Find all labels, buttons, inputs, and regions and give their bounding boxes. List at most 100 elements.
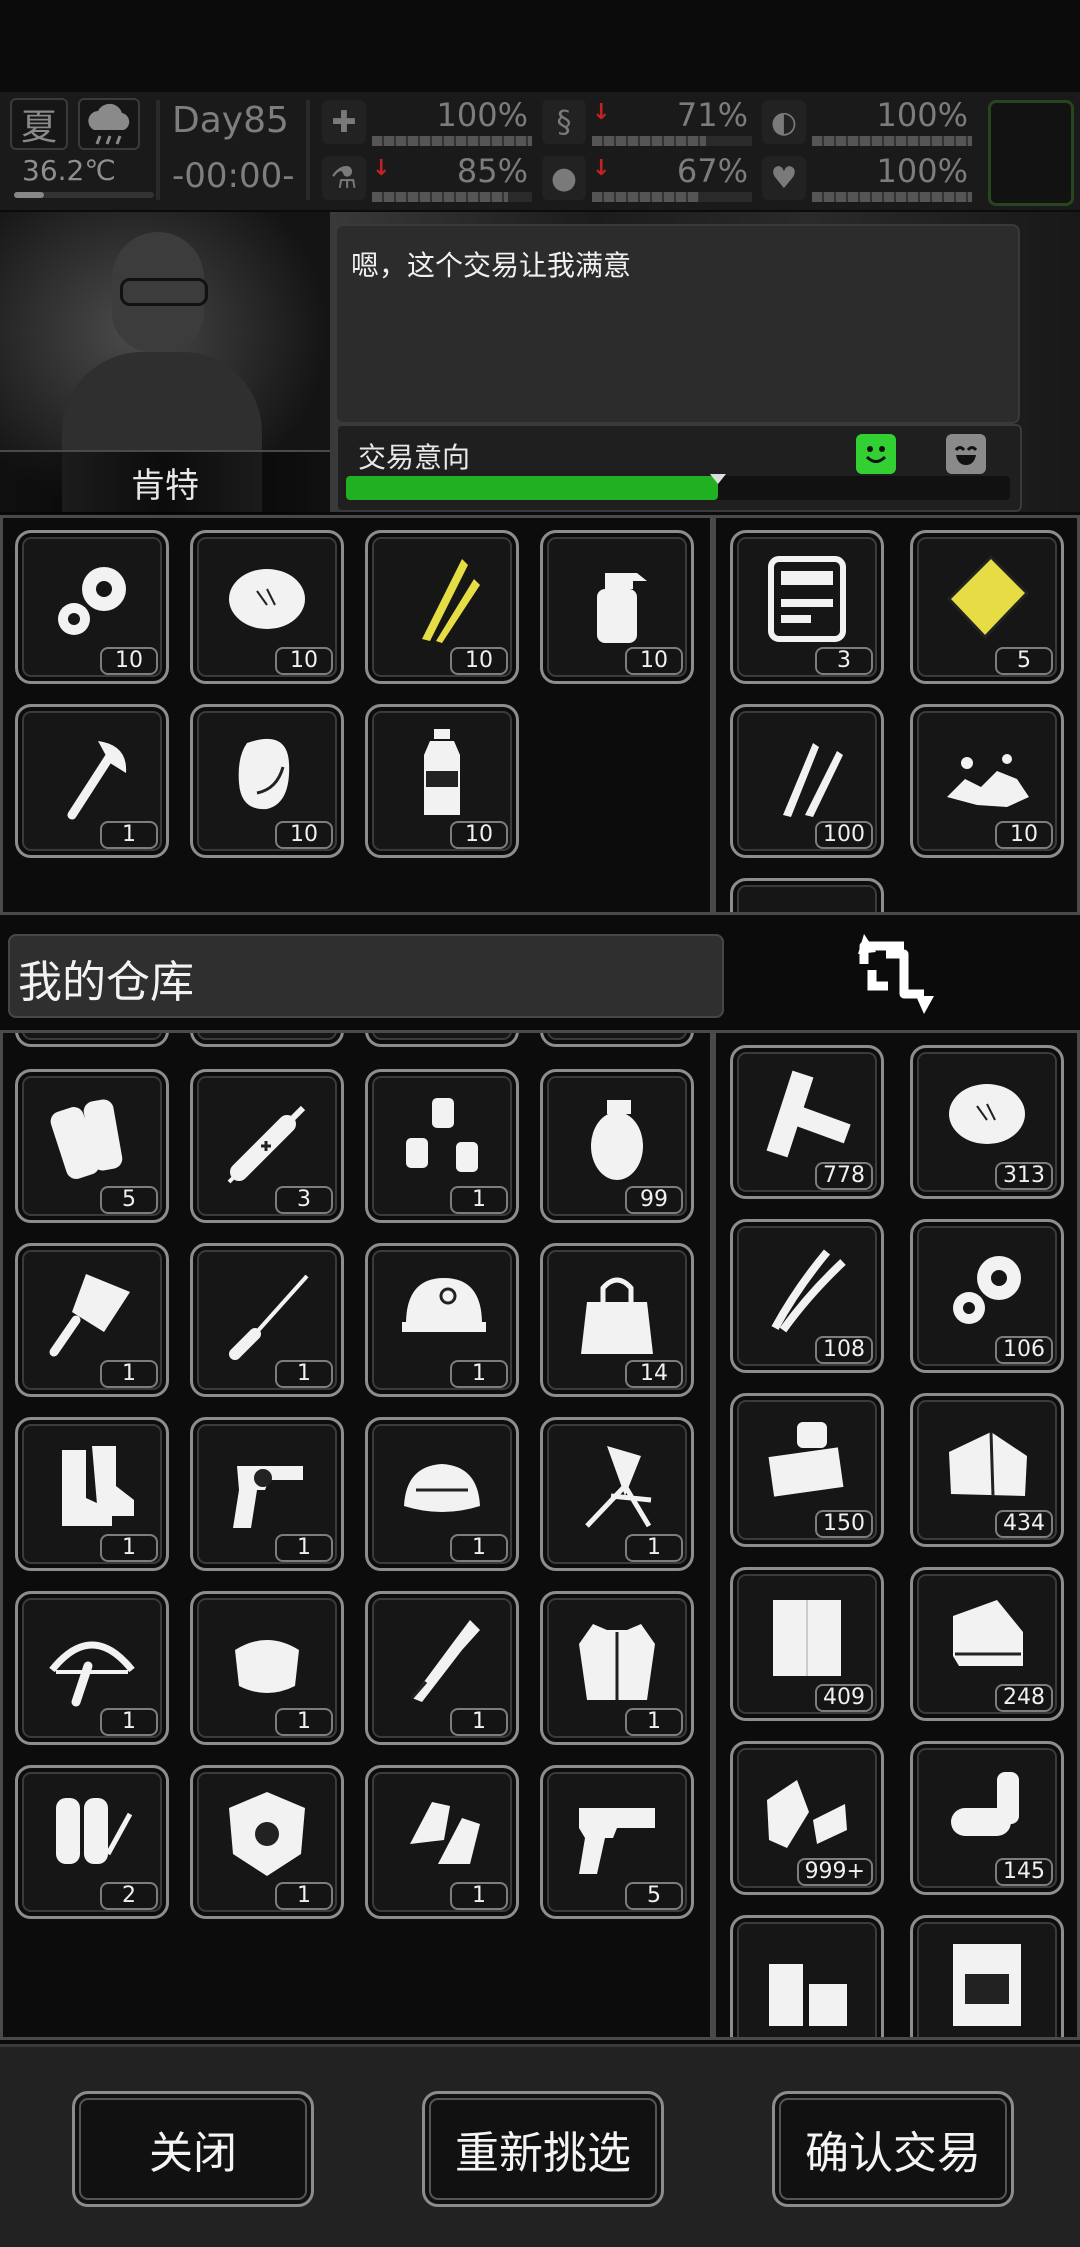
pistol-icon	[565, 1782, 669, 1886]
stat-value: 100%	[436, 96, 528, 134]
swap-icon[interactable]	[846, 924, 942, 1020]
item-count: 150	[815, 1510, 873, 1538]
item-count: 1	[275, 1360, 333, 1388]
npc-dialog: 嗯，这个交易让我满意	[335, 224, 1020, 424]
item-count: 1	[625, 1708, 683, 1736]
cleaver-icon	[40, 1260, 144, 1364]
battery-box-icon	[935, 1932, 1039, 2036]
item-count: 10	[100, 647, 158, 675]
item-slot[interactable]: 3	[190, 1069, 344, 1223]
item-slot[interactable]: 10	[365, 704, 519, 858]
syringe-icon	[215, 1086, 319, 1190]
arrow-down-icon: ↓	[592, 100, 611, 125]
pipes-icon	[935, 1758, 1039, 1862]
item-count: 145	[995, 1858, 1053, 1886]
item-slot[interactable]: 150	[730, 1393, 884, 1547]
stat-value: 71%	[676, 96, 748, 134]
close-button[interactable]: 关闭	[72, 2091, 314, 2207]
item-count: 1	[275, 1534, 333, 1562]
my-offer-panel[interactable]: 5 3 1 99 1 1 1 14 1 1 1 1 1 1 1 1 2 1 1 5	[0, 1030, 713, 2040]
item-slot[interactable]: 1	[15, 1591, 169, 1745]
item-slot[interactable]	[15, 1033, 169, 1047]
gloves-icon	[390, 1782, 494, 1886]
item-slot[interactable]	[730, 1915, 884, 2037]
item-slot[interactable]: 5	[15, 1069, 169, 1223]
item-slot[interactable]: 100	[730, 704, 884, 858]
item-slot[interactable]: 3	[730, 530, 884, 684]
item-slot[interactable]: 1	[365, 1243, 519, 1397]
item-slot[interactable]: 1	[190, 1417, 344, 1571]
npc-glasses	[120, 278, 208, 306]
stat-value: 100%	[876, 152, 968, 190]
item-slot[interactable]: 1	[15, 1417, 169, 1571]
stat-bar	[372, 136, 532, 146]
item-slot[interactable]	[365, 1033, 519, 1047]
day-counter: Day85	[172, 100, 289, 141]
divider	[156, 100, 160, 200]
trade-intent-bar	[346, 474, 1010, 500]
equipped-slot[interactable]	[988, 100, 1074, 206]
my-stock-panel[interactable]: 778 313 108 106 150 434 409 248 999+ 145	[713, 1030, 1080, 2040]
item-slot[interactable]: 434	[910, 1393, 1064, 1547]
pill-bottles-icon	[390, 1086, 494, 1190]
item-slot[interactable]: 2	[15, 1765, 169, 1919]
item-slot[interactable]: 99	[540, 1069, 694, 1223]
item-slot[interactable]: 106	[910, 1219, 1064, 1373]
item-slot[interactable]: 999+	[730, 1741, 884, 1895]
item-slot[interactable]: 10	[190, 704, 344, 858]
item-count: 10	[275, 647, 333, 675]
item-slot[interactable]: 1	[365, 1765, 519, 1919]
item-slot[interactable]: 10	[15, 530, 169, 684]
item-count: 10	[625, 647, 683, 675]
confirm-trade-button[interactable]: 确认交易	[772, 2091, 1014, 2207]
stat-heart: ♥ 100%	[762, 152, 976, 206]
item-slot[interactable]: 313	[910, 1045, 1064, 1199]
item-slot[interactable]: 1	[15, 704, 169, 858]
item-slot[interactable]: 14	[540, 1243, 694, 1397]
item-slot[interactable]: 5	[540, 1765, 694, 1919]
npc-area: 肯特 嗯，这个交易让我满意 交易意向	[0, 212, 1080, 514]
reselect-button[interactable]: 重新挑选	[422, 2091, 664, 2207]
trade-intent-marker	[709, 474, 726, 484]
item-slot[interactable]: 10	[540, 530, 694, 684]
screwdriver-icon	[215, 1260, 319, 1364]
fur-vest-icon	[565, 1608, 669, 1712]
item-slot[interactable]	[190, 1033, 344, 1047]
item-slot[interactable]: 10	[190, 530, 344, 684]
item-slot[interactable]	[540, 1033, 694, 1047]
item-count: 1	[100, 1534, 158, 1562]
item-count: 1	[450, 1882, 508, 1910]
stat-water-drop: ● ↓ 67%	[542, 152, 756, 206]
item-slot[interactable]: 1	[190, 1765, 344, 1919]
grenade-icon	[565, 1086, 669, 1190]
item-slot[interactable]: 10	[365, 530, 519, 684]
item-slot[interactable]	[730, 878, 884, 912]
item-slot[interactable]: 778	[730, 1045, 884, 1199]
towel-icon	[935, 1584, 1039, 1688]
item-slot[interactable]: 1	[365, 1069, 519, 1223]
item-count: 1	[450, 1186, 508, 1214]
item-slot[interactable]: 1	[190, 1243, 344, 1397]
item-slot[interactable]: 248	[910, 1567, 1064, 1721]
item-slot[interactable]: 409	[730, 1567, 884, 1721]
npc-stock-panel[interactable]: 3 5 100 10	[713, 515, 1080, 915]
revolver-icon	[215, 1434, 319, 1538]
item-slot[interactable]: 1	[15, 1243, 169, 1397]
item-count: 313	[995, 1162, 1053, 1190]
item-slot[interactable]: 10	[910, 704, 1064, 858]
wires-icon	[755, 1236, 859, 1340]
item-slot[interactable]: 5	[910, 530, 1064, 684]
stat-stomach: § ↓ 71%	[542, 96, 756, 150]
item-slot[interactable]: 1	[540, 1591, 694, 1745]
stat-bar	[812, 192, 972, 202]
item-slot[interactable]: 1	[190, 1591, 344, 1745]
item-slot[interactable]: 1	[540, 1417, 694, 1571]
item-slot[interactable]: 145	[910, 1741, 1064, 1895]
gold-plate-icon	[935, 547, 1039, 651]
item-slot[interactable]	[910, 1915, 1064, 2037]
item-slot[interactable]: 1	[365, 1591, 519, 1745]
npc-offer-panel[interactable]: 10 10 10 10 1 10 10	[0, 515, 713, 915]
item-slot[interactable]: 108	[730, 1219, 884, 1373]
item-slot[interactable]: 1	[365, 1417, 519, 1571]
item-count: 1	[450, 1534, 508, 1562]
